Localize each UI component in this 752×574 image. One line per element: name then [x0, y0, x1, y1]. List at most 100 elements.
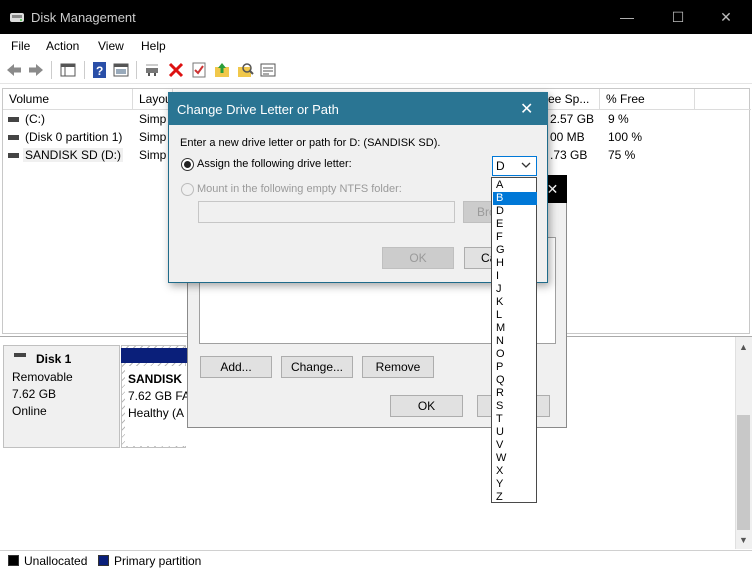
- volume-percent-free: 75 %: [608, 148, 636, 162]
- drive-letter-option[interactable]: E: [493, 218, 537, 231]
- drive-letter-option[interactable]: G: [493, 244, 537, 257]
- dialog-close-button[interactable]: ✕: [520, 99, 533, 119]
- remove-button[interactable]: Remove: [362, 356, 434, 378]
- menu-action[interactable]: Action: [46, 39, 79, 53]
- disk-management-icon: [9, 9, 25, 25]
- drive-letter-option[interactable]: P: [493, 361, 537, 374]
- partition-health: Healthy (A: [128, 406, 185, 420]
- drive-letter-option[interactable]: M: [493, 322, 537, 335]
- primary-partition-bar: [121, 348, 191, 363]
- menu-bar: File Action View Help: [0, 34, 752, 57]
- drive-letter-option[interactable]: X: [493, 465, 537, 478]
- drive-letter-option[interactable]: D: [493, 205, 537, 218]
- mount-folder-label: Mount in the following empty NTFS folder…: [197, 183, 402, 195]
- drive-letter-option[interactable]: L: [493, 309, 537, 322]
- console-tree-icon[interactable]: [59, 61, 77, 79]
- minimize-button[interactable]: —: [604, 0, 650, 34]
- delete-icon[interactable]: [167, 61, 185, 79]
- drive-letter-option[interactable]: W: [493, 452, 537, 465]
- menu-file[interactable]: File: [11, 39, 30, 53]
- window-title: Disk Management: [31, 10, 136, 25]
- drive-letter-option[interactable]: V: [493, 439, 537, 452]
- up-folder-icon[interactable]: [213, 61, 231, 79]
- drive-letter-option[interactable]: I: [493, 270, 537, 283]
- drive-letter-option[interactable]: O: [493, 348, 537, 361]
- chevron-down-icon[interactable]: [520, 159, 532, 174]
- column-header-layout[interactable]: Layou: [133, 89, 173, 110]
- add-button[interactable]: Add...: [200, 356, 272, 378]
- toolbar: ?: [0, 57, 752, 84]
- dialog-cancel-button[interactable]: Ca: [464, 247, 496, 269]
- volume-name: (Disk 0 partition 1): [25, 130, 123, 144]
- back-arrow-icon[interactable]: [5, 61, 23, 79]
- drive-letter-option[interactable]: Q: [493, 374, 537, 387]
- assign-letter-radio[interactable]: [181, 158, 194, 171]
- mount-folder-radio[interactable]: [181, 183, 194, 196]
- legend-primary-partition: Primary partition: [114, 554, 202, 568]
- drive-letter-option[interactable]: A: [493, 179, 537, 192]
- column-header-percent-free[interactable]: % Free: [600, 89, 695, 110]
- column-header-volume[interactable]: Volume: [3, 89, 133, 110]
- toolbar-separator: [136, 61, 137, 79]
- properties-icon[interactable]: [112, 61, 130, 79]
- maximize-button[interactable]: ☐: [655, 0, 701, 34]
- drive-letter-option[interactable]: S: [493, 400, 537, 413]
- scrollbar-thumb[interactable]: [737, 415, 750, 530]
- drive-letter-option[interactable]: Y: [493, 478, 537, 491]
- volume-name: (C:): [25, 112, 45, 126]
- dialog-instruction: Enter a new drive letter or path for D: …: [180, 137, 441, 149]
- drive-letter-dropdown[interactable]: ABDEFGHIJKLMNOPQRSTUVWXYZ: [491, 177, 537, 503]
- browse-button[interactable]: Bro: [463, 201, 496, 223]
- forward-arrow-icon[interactable]: [27, 61, 45, 79]
- drive-letter-option[interactable]: B: [493, 192, 537, 205]
- selected-letter: D: [496, 159, 505, 173]
- volume-name: SANDISK SD (D:): [23, 148, 124, 162]
- change-button[interactable]: Change...: [281, 356, 353, 378]
- connect-icon[interactable]: [143, 61, 161, 79]
- drive-letter-option[interactable]: R: [493, 387, 537, 400]
- scroll-up-icon[interactable]: ▲: [739, 342, 748, 352]
- drive-letter-option[interactable]: U: [493, 426, 537, 439]
- partition-name: SANDISK: [128, 372, 183, 386]
- volume-layout: Simp: [139, 148, 167, 162]
- drive-letter-option[interactable]: K: [493, 296, 537, 309]
- drive-letter-option[interactable]: F: [493, 231, 537, 244]
- volume-percent-free: 9 %: [608, 112, 629, 126]
- checklist-icon[interactable]: [190, 61, 208, 79]
- menu-help[interactable]: Help: [141, 39, 166, 53]
- legend-bar: [0, 550, 752, 574]
- settings-panel-icon[interactable]: [259, 61, 277, 79]
- drive-letter-option[interactable]: N: [493, 335, 537, 348]
- svg-text:?: ?: [96, 64, 103, 78]
- dialog-ok-button[interactable]: OK: [382, 247, 454, 269]
- drive-letter-option[interactable]: T: [493, 413, 537, 426]
- drive-icon: [8, 117, 19, 122]
- partition-size: 7.62 GB FA: [128, 389, 191, 403]
- drive-icon: [8, 153, 19, 158]
- drive-letter-option[interactable]: J: [493, 283, 537, 296]
- drive-letter-option[interactable]: Z: [493, 491, 537, 504]
- primary-partition-swatch: [98, 555, 109, 566]
- volume-percent-free: 100 %: [608, 130, 643, 144]
- title-bar: Disk Management — ☐ ✕: [0, 0, 752, 34]
- assign-letter-label: Assign the following drive letter:: [197, 158, 352, 170]
- disk-name: Disk 1: [36, 352, 72, 366]
- folder-path-input[interactable]: [198, 201, 455, 223]
- drive-letter-option[interactable]: H: [493, 257, 537, 270]
- drive-icon: [8, 135, 19, 140]
- volume-layout: Simp: [139, 112, 167, 126]
- menu-view[interactable]: View: [98, 39, 124, 53]
- disk-info-panel[interactable]: Disk 1 Removable 7.62 GB Online: [3, 345, 120, 448]
- radio-selected-dot: [184, 161, 191, 168]
- scroll-down-icon[interactable]: ▼: [739, 535, 748, 545]
- help-icon[interactable]: ?: [91, 61, 109, 79]
- disk-status: Online: [12, 404, 47, 418]
- disk-type: Removable: [12, 370, 73, 384]
- search-folder-icon[interactable]: [236, 61, 254, 79]
- partition-label-area: SANDISK 7.62 GB FA Healthy (A: [125, 366, 191, 446]
- drive-letter-combobox[interactable]: D: [492, 156, 537, 176]
- volume-free-space: 00 MB: [550, 130, 585, 144]
- dialog-title: Change Drive Letter or Path: [177, 102, 339, 117]
- close-window-button[interactable]: ✕: [703, 0, 749, 34]
- properties-ok-button[interactable]: OK: [390, 395, 463, 417]
